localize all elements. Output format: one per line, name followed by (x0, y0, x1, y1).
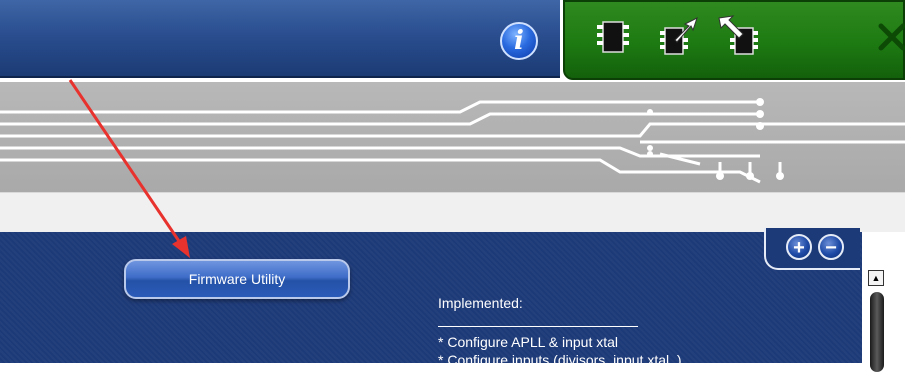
chip-read-icon[interactable] (591, 14, 637, 60)
notes-divider (438, 326, 638, 327)
note-line: * Configure APLL & input xtal (438, 334, 619, 350)
zoom-out-button[interactable]: − (818, 234, 844, 260)
chip-toolbar (563, 0, 905, 80)
separator-strip (0, 192, 905, 233)
notes-heading: Implemented: (438, 295, 523, 311)
scrollbar-thumb[interactable] (870, 292, 884, 372)
chip-verify-icon[interactable] (715, 14, 761, 60)
pcb-trace-banner (0, 82, 905, 192)
chip-write-icon[interactable] (655, 14, 701, 60)
zoom-in-button[interactable]: + (786, 234, 812, 260)
pcb-traces (0, 98, 905, 184)
scroll-up-button[interactable]: ▲ (868, 270, 884, 286)
title-bar (0, 0, 560, 78)
zoom-controls-tab (764, 228, 860, 270)
info-button[interactable]: i (500, 22, 538, 60)
firmware-utility-button[interactable]: Firmware Utility (124, 259, 350, 299)
note-line: * Configure inputs (divisors, input xtal… (438, 352, 682, 363)
implemented-notes: Implemented: * Configure APLL & input xt… (438, 294, 768, 363)
close-icon[interactable] (877, 22, 905, 52)
